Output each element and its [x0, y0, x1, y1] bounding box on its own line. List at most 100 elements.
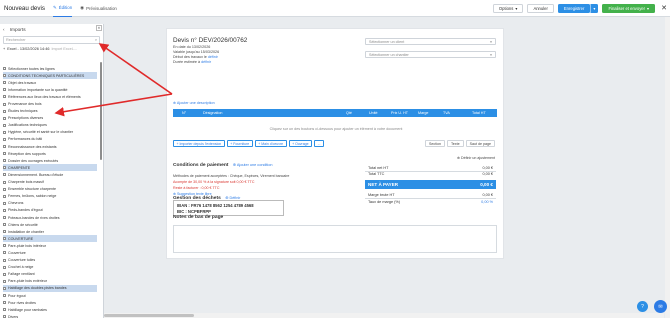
checkbox[interactable]: [3, 208, 6, 212]
import-list-item[interactable]: Chevrons: [3, 200, 97, 207]
import-list-item[interactable]: Habillage pour rambaies: [3, 306, 97, 313]
client-select[interactable]: Sélectionner un client ▾: [365, 38, 496, 45]
close-icon[interactable]: ✕: [661, 4, 667, 12]
tab-edition[interactable]: ✎ Édition: [52, 0, 73, 17]
checkbox[interactable]: [3, 244, 6, 248]
import-list-item[interactable]: Pour rives droites: [3, 299, 97, 306]
import-list-item[interactable]: Objet des travaux: [3, 79, 97, 86]
import-list-item[interactable]: CONDITIONS TECHNIQUES PARTICULIÈRES: [3, 72, 97, 80]
save-dropdown-button[interactable]: ▾: [590, 3, 599, 13]
finalize-send-button[interactable]: Finaliser et envoyer ▾: [602, 3, 656, 13]
panel-scrollbar[interactable]: [100, 62, 102, 160]
checkbox[interactable]: [3, 88, 6, 92]
checkbox[interactable]: [3, 81, 6, 85]
checkbox[interactable]: [3, 173, 6, 177]
checkbox[interactable]: [3, 67, 6, 71]
import-list-item[interactable]: Chiens de sécurité: [3, 221, 97, 228]
checkbox[interactable]: [3, 180, 6, 184]
horizontal-scrollbar[interactable]: [104, 313, 664, 318]
import-list-item[interactable]: Études techniques: [3, 108, 97, 115]
add-condition-link[interactable]: ⊕ Ajouter une condition: [233, 163, 273, 167]
checkbox[interactable]: [3, 137, 6, 141]
import-list-item[interactable]: Fermes, brûlons, sablon neige: [3, 193, 97, 200]
checkbox[interactable]: [3, 194, 6, 198]
checkbox[interactable]: [3, 265, 6, 269]
checkbox[interactable]: [3, 223, 6, 227]
import-list-item[interactable]: Faîtage ventilant: [3, 271, 97, 278]
checkbox[interactable]: [3, 123, 6, 127]
chevron-left-icon[interactable]: ‹: [3, 28, 5, 33]
import-list-item[interactable]: Information importante sur la quantité: [3, 86, 97, 93]
checkbox[interactable]: [3, 301, 6, 305]
import-list-item[interactable]: Reconnaissance des existants: [3, 143, 97, 150]
add-description-link[interactable]: ⊕ Ajouter une description: [173, 101, 215, 105]
checkbox[interactable]: [3, 74, 6, 78]
import-list-item[interactable]: Couverture: [3, 249, 97, 256]
checkbox[interactable]: [3, 159, 6, 163]
section-button[interactable]: Section: [425, 140, 446, 147]
page-scrollbar[interactable]: [665, 17, 670, 318]
checkbox[interactable]: [3, 286, 6, 290]
close-panel-icon[interactable]: ✕: [96, 25, 102, 31]
more-button[interactable]: ...: [314, 140, 324, 147]
search-input[interactable]: Rechercher ⌕: [3, 36, 100, 44]
import-file-row[interactable]: + Excel - 13/02/2026 14:46 Import Excel-…: [3, 47, 100, 51]
import-list-item[interactable]: CHARPENTE: [3, 164, 97, 172]
import-list-item[interactable]: Charpente bois massif: [3, 179, 97, 186]
import-list-item[interactable]: Sélectionner toutes les lignes: [3, 65, 97, 72]
checkbox[interactable]: [3, 216, 6, 220]
checkbox[interactable]: [3, 109, 6, 113]
checkbox[interactable]: [3, 102, 6, 106]
import-list-item[interactable]: Pour égout: [3, 292, 97, 299]
import-list-item[interactable]: Divers: [3, 313, 97, 318]
import-list-item[interactable]: Dossier des ouvrages exécutés: [3, 157, 97, 164]
checkbox[interactable]: [3, 145, 6, 149]
checkbox[interactable]: [3, 152, 6, 156]
waste-define-link[interactable]: ⊕ Définir: [225, 196, 240, 200]
import-list-item[interactable]: Hygiène, sécurité et santé sur le chanti…: [3, 129, 97, 136]
define-duration-link[interactable]: définir: [201, 60, 211, 64]
import-list-item[interactable]: Pare-pluie bois extérieur: [3, 278, 97, 285]
import-list-item[interactable]: Installation de chantier: [3, 228, 97, 235]
checkbox[interactable]: [3, 237, 6, 241]
help-icon[interactable]: ?: [637, 301, 648, 312]
import-list-item[interactable]: Réception des supports: [3, 150, 97, 157]
checkbox[interactable]: [3, 116, 6, 120]
chat-icon[interactable]: ✉: [654, 300, 667, 313]
import-list-item[interactable]: Habillage des doubles pistes bandes: [3, 284, 97, 292]
cancel-button[interactable]: Annuler: [527, 3, 554, 13]
options-button[interactable]: Options ▾: [492, 3, 524, 13]
footer-notes-field[interactable]: [173, 225, 497, 253]
adjustment-link[interactable]: ⊕ Définir un ajustement: [457, 156, 495, 160]
checkbox[interactable]: [3, 251, 6, 255]
import-list-item[interactable]: Pare-pluie bois intérieur: [3, 242, 97, 249]
add-labour-button[interactable]: + Main d'oeuvre: [254, 140, 287, 147]
import-list-item[interactable]: Prescriptions diverses: [3, 115, 97, 122]
add-supply-button[interactable]: + Fourniture: [226, 140, 253, 147]
checkbox[interactable]: [3, 258, 6, 262]
import-list-item[interactable]: Provenance des bois: [3, 100, 97, 107]
import-list-item[interactable]: Couverture tuiles: [3, 257, 97, 264]
define-start-link[interactable]: définir: [208, 55, 218, 59]
import-list-item[interactable]: Références aux lieux des travaux et élém…: [3, 93, 97, 100]
checkbox[interactable]: [3, 230, 6, 234]
checkbox[interactable]: [3, 294, 6, 298]
checkbox[interactable]: [3, 308, 6, 312]
tab-preview[interactable]: ◉ Prévisualisation: [80, 0, 117, 17]
checkbox[interactable]: [3, 166, 6, 170]
checkbox[interactable]: [3, 279, 6, 283]
import-list-item[interactable]: COUVERTURE: [3, 235, 97, 243]
import-list-item[interactable]: Ensemble structure charpente: [3, 186, 97, 193]
import-list-item[interactable]: Performances du bâti: [3, 136, 97, 143]
checkbox[interactable]: [3, 130, 6, 134]
add-work-button[interactable]: + Ouvrage: [288, 140, 313, 147]
import-list-item[interactable]: Justifications techniques: [3, 122, 97, 129]
site-select[interactable]: Sélectionner un chantier ▾: [365, 51, 496, 58]
checkbox[interactable]: [3, 187, 6, 191]
import-list-item[interactable]: Poteaux-bandes de rives droites: [3, 214, 97, 221]
page-break-button[interactable]: Saut de page: [465, 140, 495, 147]
import-list-item[interactable]: Pieds-bandes d'égout: [3, 207, 97, 214]
checkbox[interactable]: [3, 201, 6, 205]
save-button[interactable]: Enregistrer: [557, 3, 591, 13]
text-button[interactable]: Texte: [447, 140, 464, 147]
